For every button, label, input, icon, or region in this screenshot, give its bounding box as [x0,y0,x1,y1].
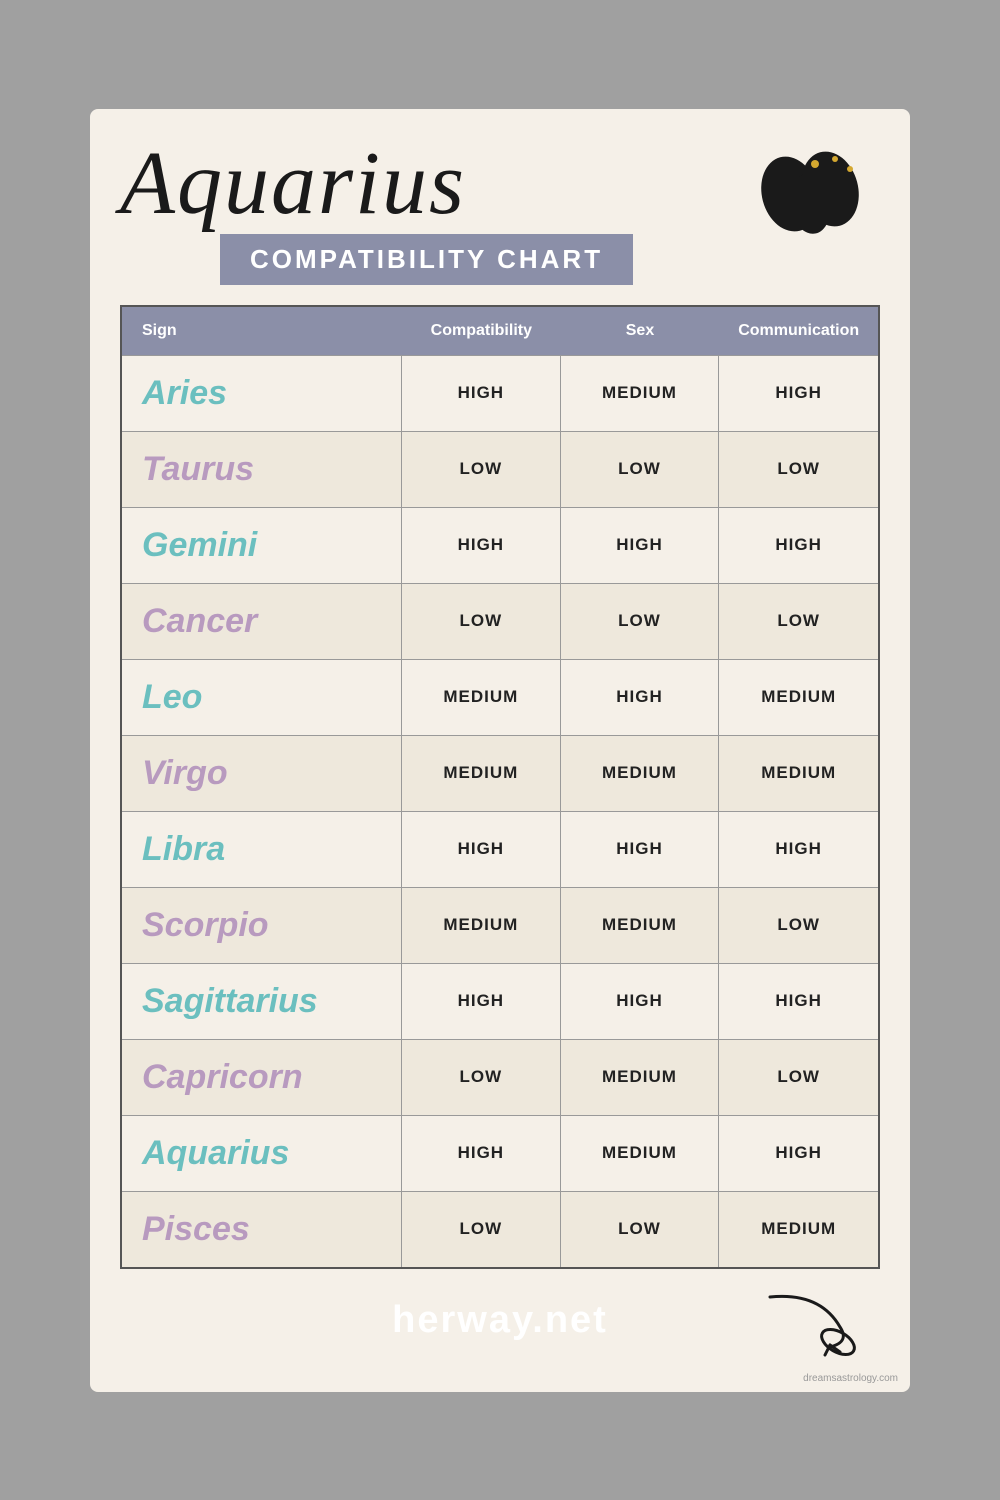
table-header: Sign Compatibility Sex Communication [122,307,878,355]
sign-cell: Gemini [122,508,402,583]
sign-name: Capricorn [142,1058,303,1097]
sign-name: Taurus [142,450,254,489]
sign-name: Aries [142,374,227,413]
communication-value: HIGH [719,812,878,887]
sign-name: Pisces [142,1210,250,1249]
communication-value: MEDIUM [719,1192,878,1267]
sex-value: MEDIUM [561,1116,720,1191]
communication-value: LOW [719,888,878,963]
sex-value: HIGH [561,660,720,735]
communication-value: HIGH [719,1116,878,1191]
communication-value: HIGH [719,356,878,431]
communication-value: LOW [719,584,878,659]
sign-cell: Libra [122,812,402,887]
table-row: Gemini HIGH HIGH HIGH [122,507,878,583]
sign-cell: Capricorn [122,1040,402,1115]
table-row: Virgo MEDIUM MEDIUM MEDIUM [122,735,878,811]
sex-value: LOW [561,584,720,659]
website-label: herway.net [392,1299,608,1342]
sex-value: LOW [561,432,720,507]
sign-cell: Cancer [122,584,402,659]
watermark: dreamsastrology.com [803,1373,898,1384]
sign-cell: Virgo [122,736,402,811]
compatibility-value: HIGH [402,812,561,887]
communication-value: HIGH [719,964,878,1039]
sex-value: MEDIUM [561,888,720,963]
communication-value: MEDIUM [719,736,878,811]
footer-section: herway.net [120,1299,880,1342]
table-row: Aquarius HIGH MEDIUM HIGH [122,1115,878,1191]
communication-value: LOW [719,1040,878,1115]
compatibility-value: HIGH [402,1116,561,1191]
sex-value: HIGH [561,812,720,887]
compatibility-value: HIGH [402,356,561,431]
sex-value: HIGH [561,964,720,1039]
table-body: Aries HIGH MEDIUM HIGH Taurus LOW LOW LO… [122,355,878,1267]
sign-cell: Taurus [122,432,402,507]
table-row: Cancer LOW LOW LOW [122,583,878,659]
sign-name: Virgo [142,754,228,793]
page-title: Aquarius [120,139,466,229]
table-row: Libra HIGH HIGH HIGH [122,811,878,887]
compatibility-value: HIGH [402,964,561,1039]
table-row: Leo MEDIUM HIGH MEDIUM [122,659,878,735]
table-row: Capricorn LOW MEDIUM LOW [122,1039,878,1115]
sex-value: HIGH [561,508,720,583]
compatibility-value: LOW [402,432,561,507]
col-sign: Sign [122,317,402,345]
sign-cell: Pisces [122,1192,402,1267]
aquarius-symbol-icon [760,149,870,239]
col-communication: Communication [719,317,878,345]
subtitle-text: COMPATIBILITY CHART [250,244,603,274]
sign-name: Scorpio [142,906,269,945]
compatibility-table: Sign Compatibility Sex Communication Ari… [120,305,880,1269]
sign-cell: Aquarius [122,1116,402,1191]
page-wrapper: Aquarius COMPA [0,0,1000,1500]
compatibility-value: MEDIUM [402,888,561,963]
doodle-arrow-icon [760,1287,860,1362]
sign-cell: Scorpio [122,888,402,963]
sign-name: Aquarius [142,1134,289,1173]
compatibility-value: HIGH [402,508,561,583]
table-row: Pisces LOW LOW MEDIUM [122,1191,878,1267]
sign-cell: Aries [122,356,402,431]
sex-value: MEDIUM [561,1040,720,1115]
sex-value: LOW [561,1192,720,1267]
compatibility-value: LOW [402,1192,561,1267]
sign-cell: Sagittarius [122,964,402,1039]
compatibility-value: MEDIUM [402,736,561,811]
compatibility-value: LOW [402,1040,561,1115]
sex-value: MEDIUM [561,356,720,431]
communication-value: LOW [719,432,878,507]
col-compatibility: Compatibility [402,317,561,345]
col-sex: Sex [561,317,720,345]
table-row: Aries HIGH MEDIUM HIGH [122,355,878,431]
sign-name: Cancer [142,602,257,641]
table-row: Scorpio MEDIUM MEDIUM LOW [122,887,878,963]
communication-value: HIGH [719,508,878,583]
sign-name: Leo [142,678,202,717]
compatibility-value: LOW [402,584,561,659]
card: Aquarius COMPA [90,109,910,1392]
compatibility-value: MEDIUM [402,660,561,735]
communication-value: MEDIUM [719,660,878,735]
sign-name: Sagittarius [142,982,318,1021]
sign-cell: Leo [122,660,402,735]
subtitle-bar: COMPATIBILITY CHART [220,234,633,285]
sign-name: Gemini [142,526,257,565]
header-section: Aquarius COMPA [120,139,880,285]
table-row: Taurus LOW LOW LOW [122,431,878,507]
sex-value: MEDIUM [561,736,720,811]
sign-name: Libra [142,830,225,869]
table-row: Sagittarius HIGH HIGH HIGH [122,963,878,1039]
